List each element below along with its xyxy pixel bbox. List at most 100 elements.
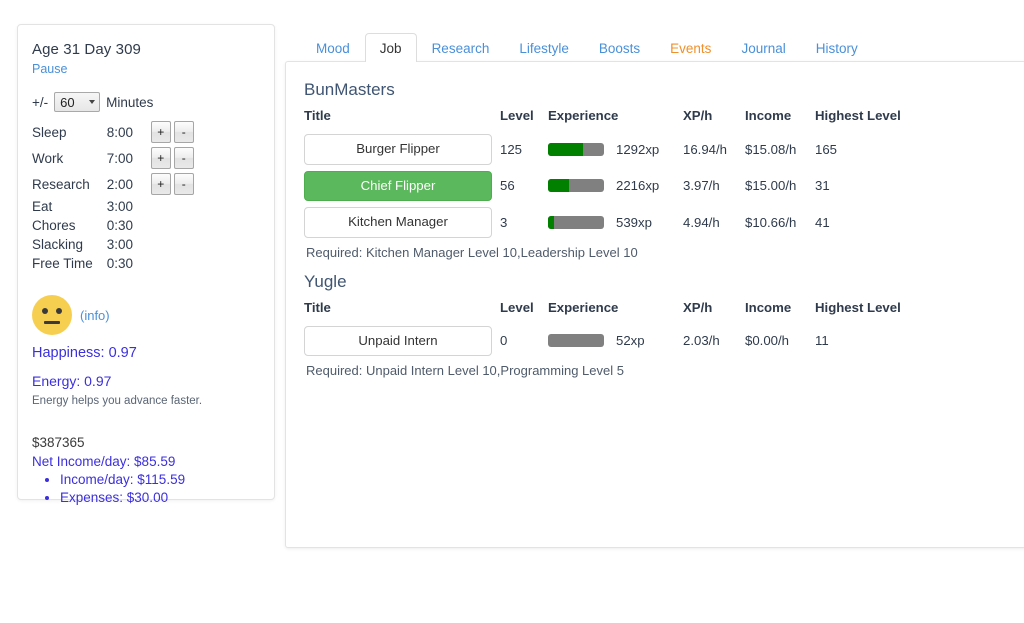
tab-journal[interactable]: Journal [726, 33, 800, 63]
neutral-face-icon [32, 295, 72, 335]
face-right-eye [56, 308, 62, 314]
job-button-chief-flipper[interactable]: Chief Flipper [304, 171, 492, 202]
job-table-body: Unpaid Intern 0 52xp 2.03/h $0.00/h 11 [304, 323, 1015, 360]
tab-lifestyle[interactable]: Lifestyle [504, 33, 584, 63]
mood-info-link[interactable]: (info) [80, 308, 110, 323]
job-experience-cell: 539xp [548, 204, 683, 241]
job-highest-level: 11 [815, 323, 1015, 360]
decrease-sleep-button[interactable]: - [174, 121, 194, 143]
column-header-experience: Experience [548, 300, 683, 323]
activity-name: Chores [32, 216, 107, 235]
tab-research[interactable]: Research [417, 33, 505, 63]
decrease-work-button[interactable]: - [174, 147, 194, 169]
job-table-body: Burger Flipper 125 1292xp 16.94/h $15.08… [304, 131, 1015, 241]
job-xp-per-hour: 3.97/h [683, 168, 745, 205]
expenses-item: Expenses: $30.00 [60, 490, 260, 505]
job-level: 56 [500, 168, 548, 205]
activity-controls [151, 216, 197, 235]
column-header-highest-level: Highest Level [815, 300, 1015, 323]
activity-time: 3:00 [107, 197, 151, 216]
column-header-income: Income [745, 300, 815, 323]
column-header-highest-level: Highest Level [815, 108, 1015, 131]
experience-value: 539xp [616, 215, 652, 230]
experience-value: 52xp [616, 333, 645, 348]
column-header-experience: Experience [548, 108, 683, 131]
column-header-xph: XP/h [683, 300, 745, 323]
net-income-value: Net Income/day: $85.59 [32, 454, 260, 469]
experience-value: 1292xp [616, 142, 659, 157]
requirement-text-bunmasters: Required: Kitchen Manager Level 10,Leade… [306, 245, 1015, 260]
column-header-level: Level [500, 108, 548, 131]
tab-history[interactable]: History [801, 33, 873, 63]
age-day-label: Age 31 Day 309 [32, 41, 260, 58]
activity-name: Research [32, 171, 107, 197]
job-button-unpaid-intern[interactable]: Unpaid Intern [304, 326, 492, 357]
pause-link[interactable]: Pause [32, 62, 67, 76]
activity-name: Sleep [32, 119, 107, 145]
interval-select[interactable]: 60 [54, 92, 100, 112]
activity-time: 0:30 [107, 254, 151, 273]
job-experience-cell: 1292xp [548, 131, 683, 168]
experience-progress-bar [548, 334, 604, 347]
job-table-bunmasters: Title Level Experience XP/h Income Highe… [304, 108, 1015, 241]
activity-time: 0:30 [107, 216, 151, 235]
activity-name: Work [32, 145, 107, 171]
job-income: $15.08/h [745, 131, 815, 168]
job-level: 0 [500, 323, 548, 360]
job-table-head: Title Level Experience XP/h Income Highe… [304, 300, 1015, 323]
experience-progress-bar [548, 179, 604, 192]
activity-controls [151, 197, 197, 216]
job-table-head: Title Level Experience XP/h Income Highe… [304, 108, 1015, 131]
energy-value: Energy: 0.97 [32, 373, 260, 389]
increase-work-button[interactable]: + [151, 147, 171, 169]
job-panel: BunMasters Title Level Experience XP/h I… [285, 61, 1024, 548]
tab-boosts[interactable]: Boosts [584, 33, 655, 63]
decrease-research-button[interactable]: - [174, 173, 194, 195]
activity-time: 8:00 [107, 119, 151, 145]
job-xp-per-hour: 2.03/h [683, 323, 745, 360]
job-highest-level: 41 [815, 204, 1015, 241]
tab-mood[interactable]: Mood [301, 33, 365, 63]
activity-row: Sleep 8:00 +- [32, 119, 197, 145]
job-button-kitchen-manager[interactable]: Kitchen Manager [304, 207, 492, 238]
activity-controls: +- [151, 171, 197, 197]
experience-progress-bar [548, 143, 604, 156]
activity-row: Slacking 3:00 [32, 235, 197, 254]
job-title-cell: Kitchen Manager [304, 204, 500, 241]
chevron-down-icon [89, 100, 95, 104]
requirement-text-yugle: Required: Unpaid Intern Level 10,Program… [306, 363, 1015, 378]
column-header-income: Income [745, 108, 815, 131]
activity-time-table: Sleep 8:00 +- Work 7:00 +- Research 2:00 [32, 119, 197, 273]
tab-events[interactable]: Events [655, 33, 726, 63]
job-highest-level: 165 [815, 131, 1015, 168]
activity-controls [151, 235, 197, 254]
money-total: $387365 [32, 435, 260, 450]
main-panel-wrapper: Mood Job Research Lifestyle Boosts Event… [285, 24, 1024, 548]
job-xp-per-hour: 16.94/h [683, 131, 745, 168]
employer-title-bunmasters: BunMasters [304, 80, 1015, 100]
table-row: Kitchen Manager 3 539xp 4.94/h $10.66/h … [304, 204, 1015, 241]
activity-row: Work 7:00 +- [32, 145, 197, 171]
job-income: $10.66/h [745, 204, 815, 241]
happiness-value: Happiness: 0.97 [32, 345, 260, 361]
activity-name: Free Time [32, 254, 107, 273]
interval-unit-label: Minutes [106, 95, 153, 110]
face-mouth [44, 321, 60, 324]
income-breakdown-list: Income/day: $115.59 Expenses: $30.00 [32, 472, 260, 505]
interval-control: +/- 60 Minutes [32, 92, 260, 112]
column-header-xph: XP/h [683, 108, 745, 131]
activity-controls [151, 254, 197, 273]
tab-job[interactable]: Job [365, 33, 417, 63]
app-root: Age 31 Day 309 Pause +/- 60 Minutes Slee… [0, 0, 1024, 623]
table-row: Burger Flipper 125 1292xp 16.94/h $15.08… [304, 131, 1015, 168]
energy-hint-text: Energy helps you advance faster. [32, 395, 260, 407]
job-button-burger-flipper[interactable]: Burger Flipper [304, 134, 492, 165]
table-row: Unpaid Intern 0 52xp 2.03/h $0.00/h 11 [304, 323, 1015, 360]
increase-sleep-button[interactable]: + [151, 121, 171, 143]
increase-research-button[interactable]: + [151, 173, 171, 195]
activity-row: Research 2:00 +- [32, 171, 197, 197]
column-header-title: Title [304, 108, 500, 131]
tab-bar: Mood Job Research Lifestyle Boosts Event… [285, 24, 1024, 62]
job-level: 125 [500, 131, 548, 168]
activity-time: 3:00 [107, 235, 151, 254]
